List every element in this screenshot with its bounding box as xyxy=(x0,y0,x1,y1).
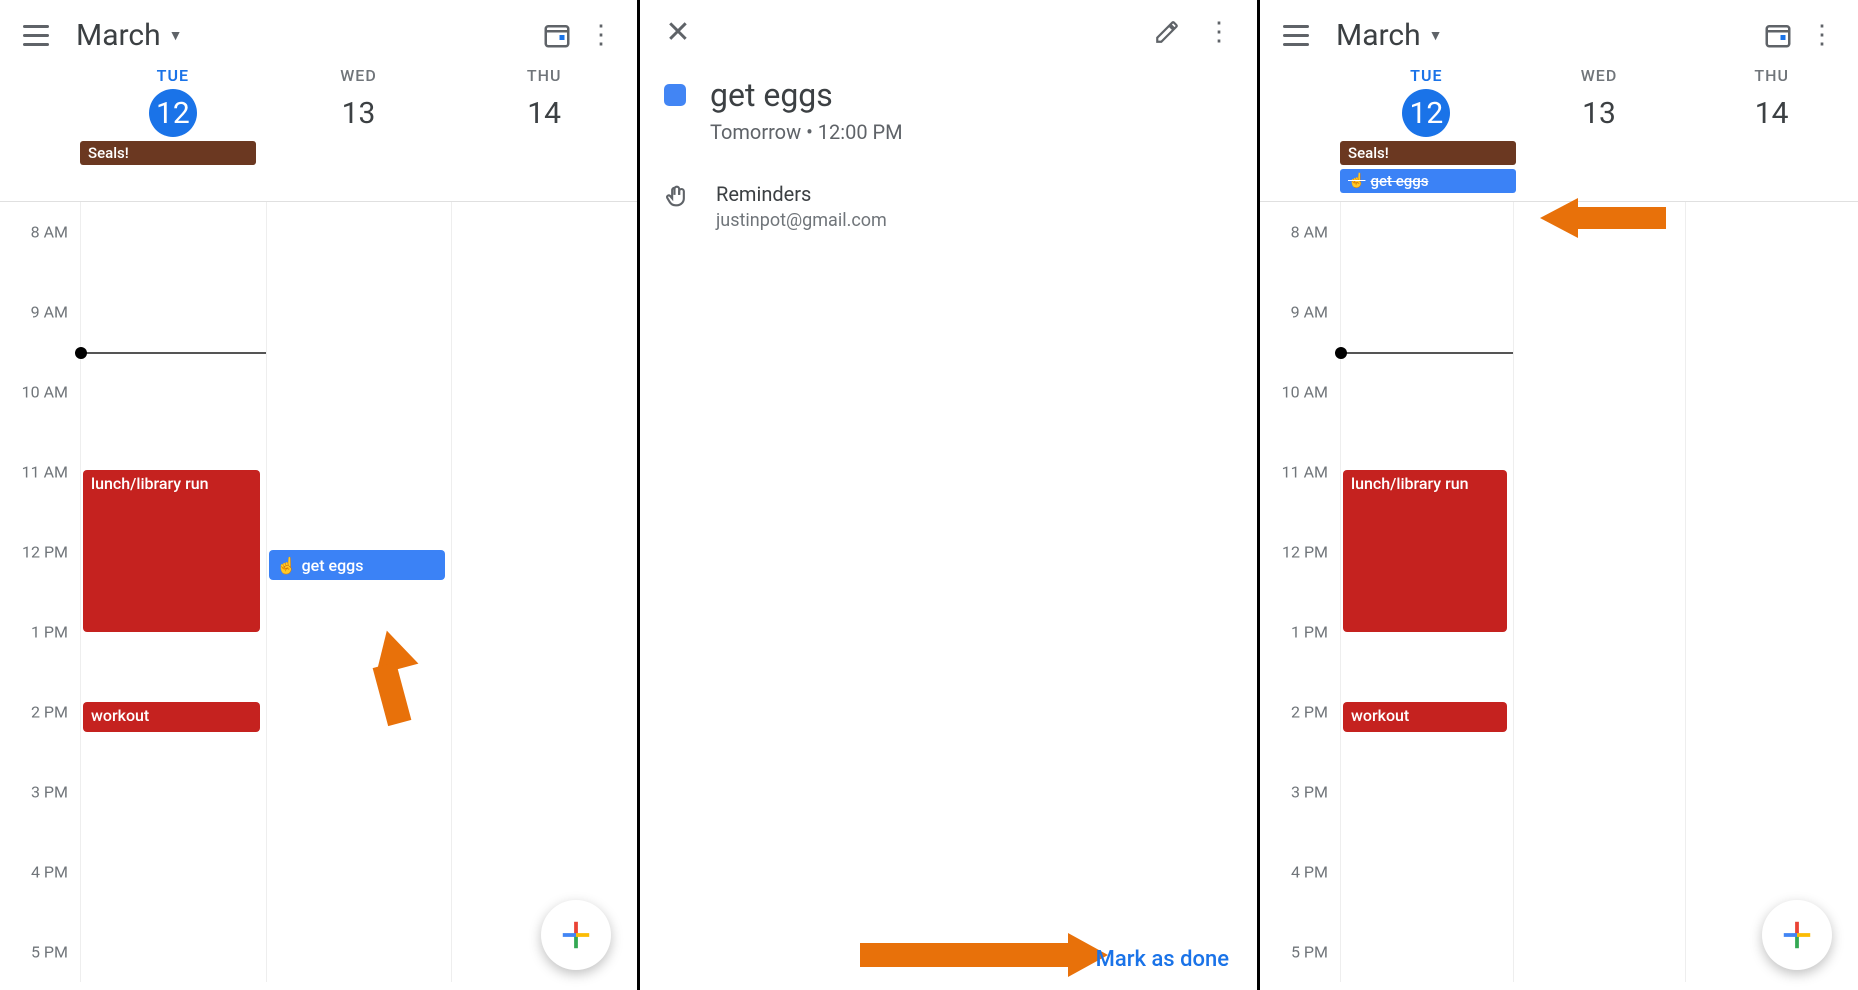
time-label: 5 PM xyxy=(1291,943,1328,962)
menu-icon[interactable] xyxy=(14,13,58,57)
plus-icon xyxy=(1780,918,1814,952)
day-abbr: TUE xyxy=(80,66,266,85)
detail-header: ✕ ⋮ xyxy=(640,0,1257,64)
detail-title: get eggs xyxy=(710,76,903,114)
detail-subtitle: Tomorrow • 12:00 PM xyxy=(710,120,903,144)
day-header-tue[interactable]: TUE 12 xyxy=(1340,66,1513,137)
time-label: 12 PM xyxy=(1282,543,1328,562)
overflow-menu-icon[interactable]: ⋮ xyxy=(579,13,623,57)
day-number: 12 xyxy=(1402,89,1450,137)
reminder-hand-icon xyxy=(664,182,692,210)
chevron-down-icon: ▼ xyxy=(169,27,183,44)
calendar-panel-left: March ▼ ⋮ TUE 12 WED 13 THU 14 Seals! 8 … xyxy=(0,0,640,990)
time-label: 1 PM xyxy=(1291,623,1328,642)
time-label: 1 PM xyxy=(31,623,68,642)
today-icon[interactable] xyxy=(1756,13,1800,57)
overflow-menu-icon[interactable]: ⋮ xyxy=(1197,10,1241,54)
event-lunch[interactable]: lunch/library run xyxy=(1343,470,1507,632)
day-abbr: WED xyxy=(1513,66,1686,85)
event-workout[interactable]: workout xyxy=(83,702,260,732)
reminder-hand-icon: ☝ xyxy=(277,556,297,575)
color-marker xyxy=(664,84,686,106)
month-label: March xyxy=(76,18,161,53)
chevron-down-icon: ▼ xyxy=(1429,27,1443,44)
day-headers: TUE 12 WED 13 THU 14 xyxy=(0,66,637,137)
reminders-label: Reminders xyxy=(716,182,887,206)
reminder-hand-icon: ☝ xyxy=(1348,169,1365,193)
day-headers: TUE 12 WED 13 THU 14 xyxy=(1260,66,1858,137)
event-geteggs[interactable]: ☝ get eggs xyxy=(269,550,446,580)
time-label: 2 PM xyxy=(31,703,68,722)
event-label: get eggs xyxy=(302,556,364,575)
time-grid: 8 AM 9 AM 10 AM 11 AM 12 PM 1 PM 2 PM 3 … xyxy=(1260,202,1858,982)
create-fab[interactable] xyxy=(541,900,611,970)
time-label: 4 PM xyxy=(31,863,68,882)
plus-icon xyxy=(559,918,593,952)
grid-col-tue[interactable]: lunch/library run workout xyxy=(1340,202,1513,982)
time-label: 10 AM xyxy=(22,383,68,402)
close-icon[interactable]: ✕ xyxy=(656,10,700,54)
day-header-thu[interactable]: THU 14 xyxy=(1685,66,1858,137)
time-label: 9 AM xyxy=(1291,303,1328,322)
day-header-wed[interactable]: WED 13 xyxy=(1513,66,1686,137)
grid-col-thu[interactable] xyxy=(451,202,637,982)
time-label: 9 AM xyxy=(31,303,68,322)
event-label: get eggs xyxy=(1370,169,1428,193)
time-label: 11 AM xyxy=(1282,463,1328,482)
now-indicator xyxy=(1341,352,1513,354)
day-number: 14 xyxy=(1748,89,1796,137)
edit-icon[interactable] xyxy=(1145,10,1189,54)
day-abbr: WED xyxy=(266,66,452,85)
time-label: 2 PM xyxy=(1291,703,1328,722)
calendar-panel-right: March ▼ ⋮ TUE 12 WED 13 THU 14 Seals! ☝ … xyxy=(1260,0,1858,990)
grid-col-tue[interactable]: lunch/library run workout xyxy=(80,202,266,982)
day-abbr: THU xyxy=(1685,66,1858,85)
overflow-menu-icon[interactable]: ⋮ xyxy=(1800,13,1844,57)
event-geteggs-done[interactable]: ☝ get eggs xyxy=(1340,169,1516,193)
day-header-tue[interactable]: TUE 12 xyxy=(80,66,266,137)
day-number: 14 xyxy=(520,89,568,137)
time-label: 4 PM xyxy=(1291,863,1328,882)
event-lunch[interactable]: lunch/library run xyxy=(83,470,260,632)
day-abbr: THU xyxy=(451,66,637,85)
month-picker[interactable]: March ▼ xyxy=(76,18,182,53)
time-grid: 8 AM 9 AM 10 AM 11 AM 12 PM 1 PM 2 PM 3 … xyxy=(0,202,637,982)
time-label: 8 AM xyxy=(31,223,68,242)
time-label: 8 AM xyxy=(1291,223,1328,242)
time-label: 3 PM xyxy=(1291,783,1328,802)
mark-as-done-button[interactable]: Mark as done xyxy=(1096,947,1229,972)
time-label: 12 PM xyxy=(22,543,68,562)
detail-reminder-row: Reminders justinpot@gmail.com xyxy=(640,166,1257,247)
annotation-arrow xyxy=(860,938,1120,972)
time-label: 11 AM xyxy=(22,463,68,482)
detail-title-row: get eggs Tomorrow • 12:00 PM xyxy=(640,64,1257,156)
day-number: 13 xyxy=(1575,89,1623,137)
day-number: 12 xyxy=(149,89,197,137)
now-indicator xyxy=(81,352,266,354)
reminder-email: justinpot@gmail.com xyxy=(716,210,887,231)
day-number: 13 xyxy=(335,89,383,137)
day-header-wed[interactable]: WED 13 xyxy=(266,66,452,137)
event-workout[interactable]: workout xyxy=(1343,702,1507,732)
time-label: 5 PM xyxy=(31,943,68,962)
time-label: 10 AM xyxy=(1282,383,1328,402)
month-label: March xyxy=(1336,18,1421,53)
time-label: 3 PM xyxy=(31,783,68,802)
calendar-header: March ▼ ⋮ xyxy=(1260,0,1858,66)
month-picker[interactable]: March ▼ xyxy=(1336,18,1442,53)
menu-icon[interactable] xyxy=(1274,13,1318,57)
day-header-thu[interactable]: THU 14 xyxy=(451,66,637,137)
grid-col-wed[interactable]: ☝ get eggs xyxy=(266,202,452,982)
today-icon[interactable] xyxy=(535,13,579,57)
event-seals[interactable]: Seals! xyxy=(80,141,256,165)
detail-panel: ✕ ⋮ get eggs Tomorrow • 12:00 PM Reminde… xyxy=(640,0,1260,990)
calendar-header: March ▼ ⋮ xyxy=(0,0,637,66)
create-fab[interactable] xyxy=(1762,900,1832,970)
grid-col-thu[interactable] xyxy=(1685,202,1858,982)
grid-col-wed[interactable] xyxy=(1513,202,1686,982)
day-abbr: TUE xyxy=(1340,66,1513,85)
allday-row: Seals! ☝ get eggs xyxy=(1260,141,1858,201)
event-seals[interactable]: Seals! xyxy=(1340,141,1516,165)
allday-row: Seals! xyxy=(0,141,637,201)
